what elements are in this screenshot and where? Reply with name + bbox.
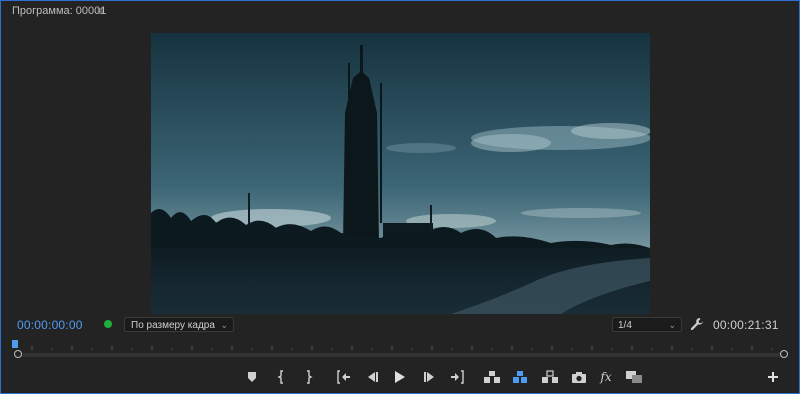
- duration-timecode: 00:00:21:31: [713, 318, 779, 332]
- resolution-value: 1/4: [618, 320, 632, 331]
- extract-icon[interactable]: [512, 369, 530, 385]
- ruler-ticks: [31, 346, 773, 350]
- hamburger-menu-icon[interactable]: ≡: [97, 4, 104, 18]
- playhead-handle[interactable]: [12, 340, 18, 348]
- current-timecode[interactable]: 00:00:00:00: [17, 318, 83, 332]
- chevron-down-icon: ⌄: [668, 320, 676, 330]
- go-to-out-icon[interactable]: [448, 369, 466, 385]
- zoom-fit-value: По размеру кадра: [131, 320, 215, 331]
- fx-icon[interactable]: fx: [597, 369, 615, 385]
- comparison-view-icon[interactable]: [625, 369, 643, 385]
- video-preview[interactable]: [151, 33, 650, 314]
- panel-title[interactable]: Программа: 00001: [12, 5, 106, 17]
- transport-controls: fx: [0, 368, 800, 388]
- insert-icon[interactable]: [541, 369, 559, 385]
- zoom-handle-left[interactable]: [14, 350, 22, 358]
- mark-in-icon[interactable]: [273, 369, 291, 385]
- panel-header: Программа: 00001 ≡: [0, 0, 800, 22]
- monitor-controls-row: 00:00:00:00 По размеру кадра ⌄ 1/4 ⌄ 00:…: [0, 315, 800, 337]
- status-indicator: [104, 320, 112, 328]
- step-back-icon[interactable]: [363, 369, 381, 385]
- play-icon[interactable]: [391, 369, 409, 385]
- playback-resolution-dropdown[interactable]: 1/4 ⌄: [612, 317, 682, 332]
- zoom-fit-dropdown[interactable]: По размеру кадра ⌄: [124, 317, 234, 332]
- zoom-handle-right[interactable]: [780, 350, 788, 358]
- add-marker-icon[interactable]: [243, 369, 261, 385]
- chevron-down-icon: ⌄: [220, 320, 228, 330]
- plus-icon[interactable]: [764, 369, 782, 385]
- go-to-in-icon[interactable]: [335, 369, 353, 385]
- video-frame-image: [151, 33, 650, 314]
- lift-icon[interactable]: [483, 369, 501, 385]
- export-frame-icon[interactable]: [570, 369, 588, 385]
- step-forward-icon[interactable]: [421, 369, 439, 385]
- time-ruler[interactable]: [12, 338, 790, 364]
- zoom-scrollbar-track[interactable]: [18, 353, 784, 357]
- wrench-icon[interactable]: [690, 317, 704, 331]
- mark-out-icon[interactable]: [299, 369, 317, 385]
